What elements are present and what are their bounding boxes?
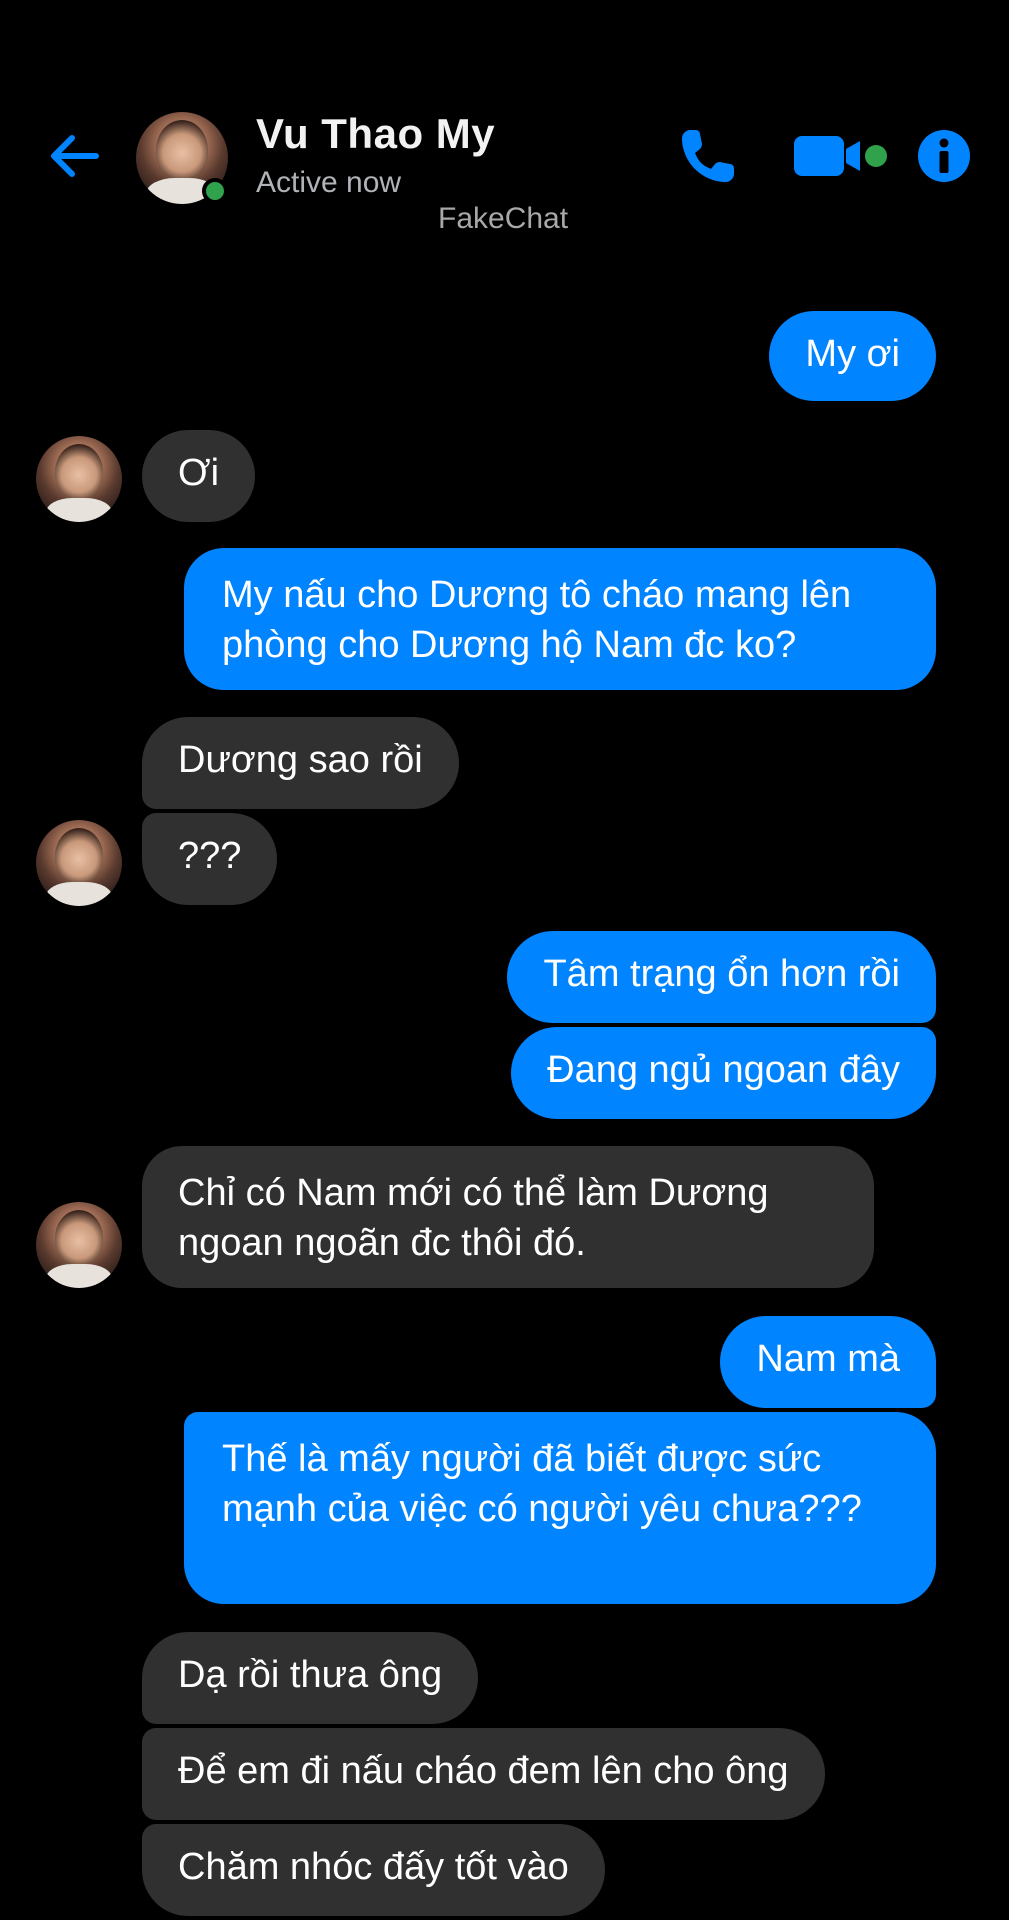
message-bubble-incoming[interactable]: Dương sao rồi [142, 717, 459, 809]
message-bubble-incoming[interactable]: ??? [142, 813, 278, 905]
phone-icon[interactable] [676, 122, 742, 188]
message-bubble-incoming[interactable]: Ơi [142, 430, 256, 522]
message-bubble-outgoing[interactable]: Thế là mấy người đã biết được sức mạnh c… [184, 1412, 936, 1604]
info-icon[interactable] [916, 128, 972, 184]
message-bubble-incoming[interactable]: Để em đi nấu cháo đem lên cho ông [142, 1728, 825, 1820]
message-bubble-outgoing[interactable]: Nam mà [720, 1316, 936, 1408]
contact-name[interactable]: Vu Thao My [256, 110, 495, 158]
sender-avatar[interactable] [36, 436, 122, 522]
message-bubble-outgoing[interactable]: My nấu cho Dương tô cháo mang lên phòng … [184, 548, 936, 690]
message-bubble-incoming[interactable]: Chỉ có Nam mới có thể làm Dương ngoan ng… [142, 1146, 874, 1288]
video-camera-icon[interactable] [792, 122, 892, 188]
sender-avatar[interactable] [36, 820, 122, 906]
online-status-dot [202, 178, 228, 204]
back-arrow-icon[interactable] [44, 126, 104, 186]
chat-header: Vu Thao My Active now FakeChat [0, 0, 1009, 250]
contact-avatar[interactable] [136, 112, 228, 204]
active-status: Active now [256, 166, 402, 199]
sender-avatar[interactable] [36, 1202, 122, 1288]
message-bubble-outgoing[interactable]: Tâm trạng ổn hơn rồi [507, 931, 936, 1023]
message-bubble-incoming[interactable]: Chăm nhóc đấy tốt vào [142, 1824, 605, 1916]
message-bubble-incoming[interactable]: Dạ rồi thưa ông [142, 1632, 479, 1724]
message-bubble-outgoing[interactable]: My ơi [769, 311, 936, 401]
message-bubble-outgoing[interactable]: Đang ngủ ngoan đây [511, 1027, 936, 1119]
watermark: FakeChat [438, 202, 569, 235]
